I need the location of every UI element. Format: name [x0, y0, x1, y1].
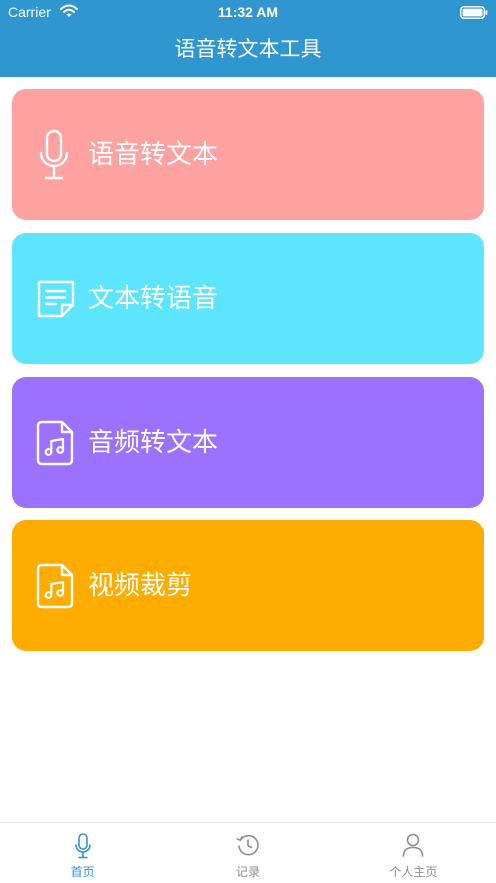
document-icon — [37, 280, 75, 317]
tab-home[interactable]: 首页 — [0, 823, 165, 883]
page-title: 语音转文本工具 — [174, 38, 322, 61]
tab-label: 记录 — [235, 865, 260, 879]
tab-records[interactable]: 记录 — [165, 823, 330, 883]
navigation-header: Carrier 11:32 AM 语音转文本工具 — [0, 0, 496, 77]
tab-profile[interactable]: 个人主页 — [331, 823, 496, 883]
tab-label: 首页 — [70, 865, 95, 879]
card-label: 视频裁剪 — [88, 570, 193, 600]
card-label: 语音转文本 — [88, 139, 219, 169]
carrier-label: Carrier — [8, 4, 51, 20]
speech-to-text-card[interactable]: 语音转文本 — [12, 89, 484, 220]
video-trim-card[interactable]: 视频裁剪 — [12, 520, 484, 651]
status-time: 11:32 AM — [217, 4, 279, 20]
tab-bar: 首页 记录 个人主页 — [0, 822, 496, 883]
card-label: 文本转语音 — [88, 283, 219, 313]
microphone-icon — [74, 833, 91, 859]
clock-icon — [236, 834, 259, 856]
music-file-icon — [36, 563, 74, 608]
tab-label: 个人主页 — [389, 865, 438, 879]
microphone-icon — [39, 129, 69, 179]
status-bar: Carrier 11:32 AM — [0, 0, 496, 24]
card-label: 音频转文本 — [88, 427, 219, 457]
audio-to-text-card[interactable]: 音频转文本 — [12, 377, 484, 508]
music-file-icon — [36, 420, 74, 465]
person-icon — [403, 833, 424, 857]
text-to-speech-card[interactable]: 文本转语音 — [12, 233, 484, 364]
battery-icon — [460, 6, 488, 19]
wifi-icon — [60, 4, 78, 17]
